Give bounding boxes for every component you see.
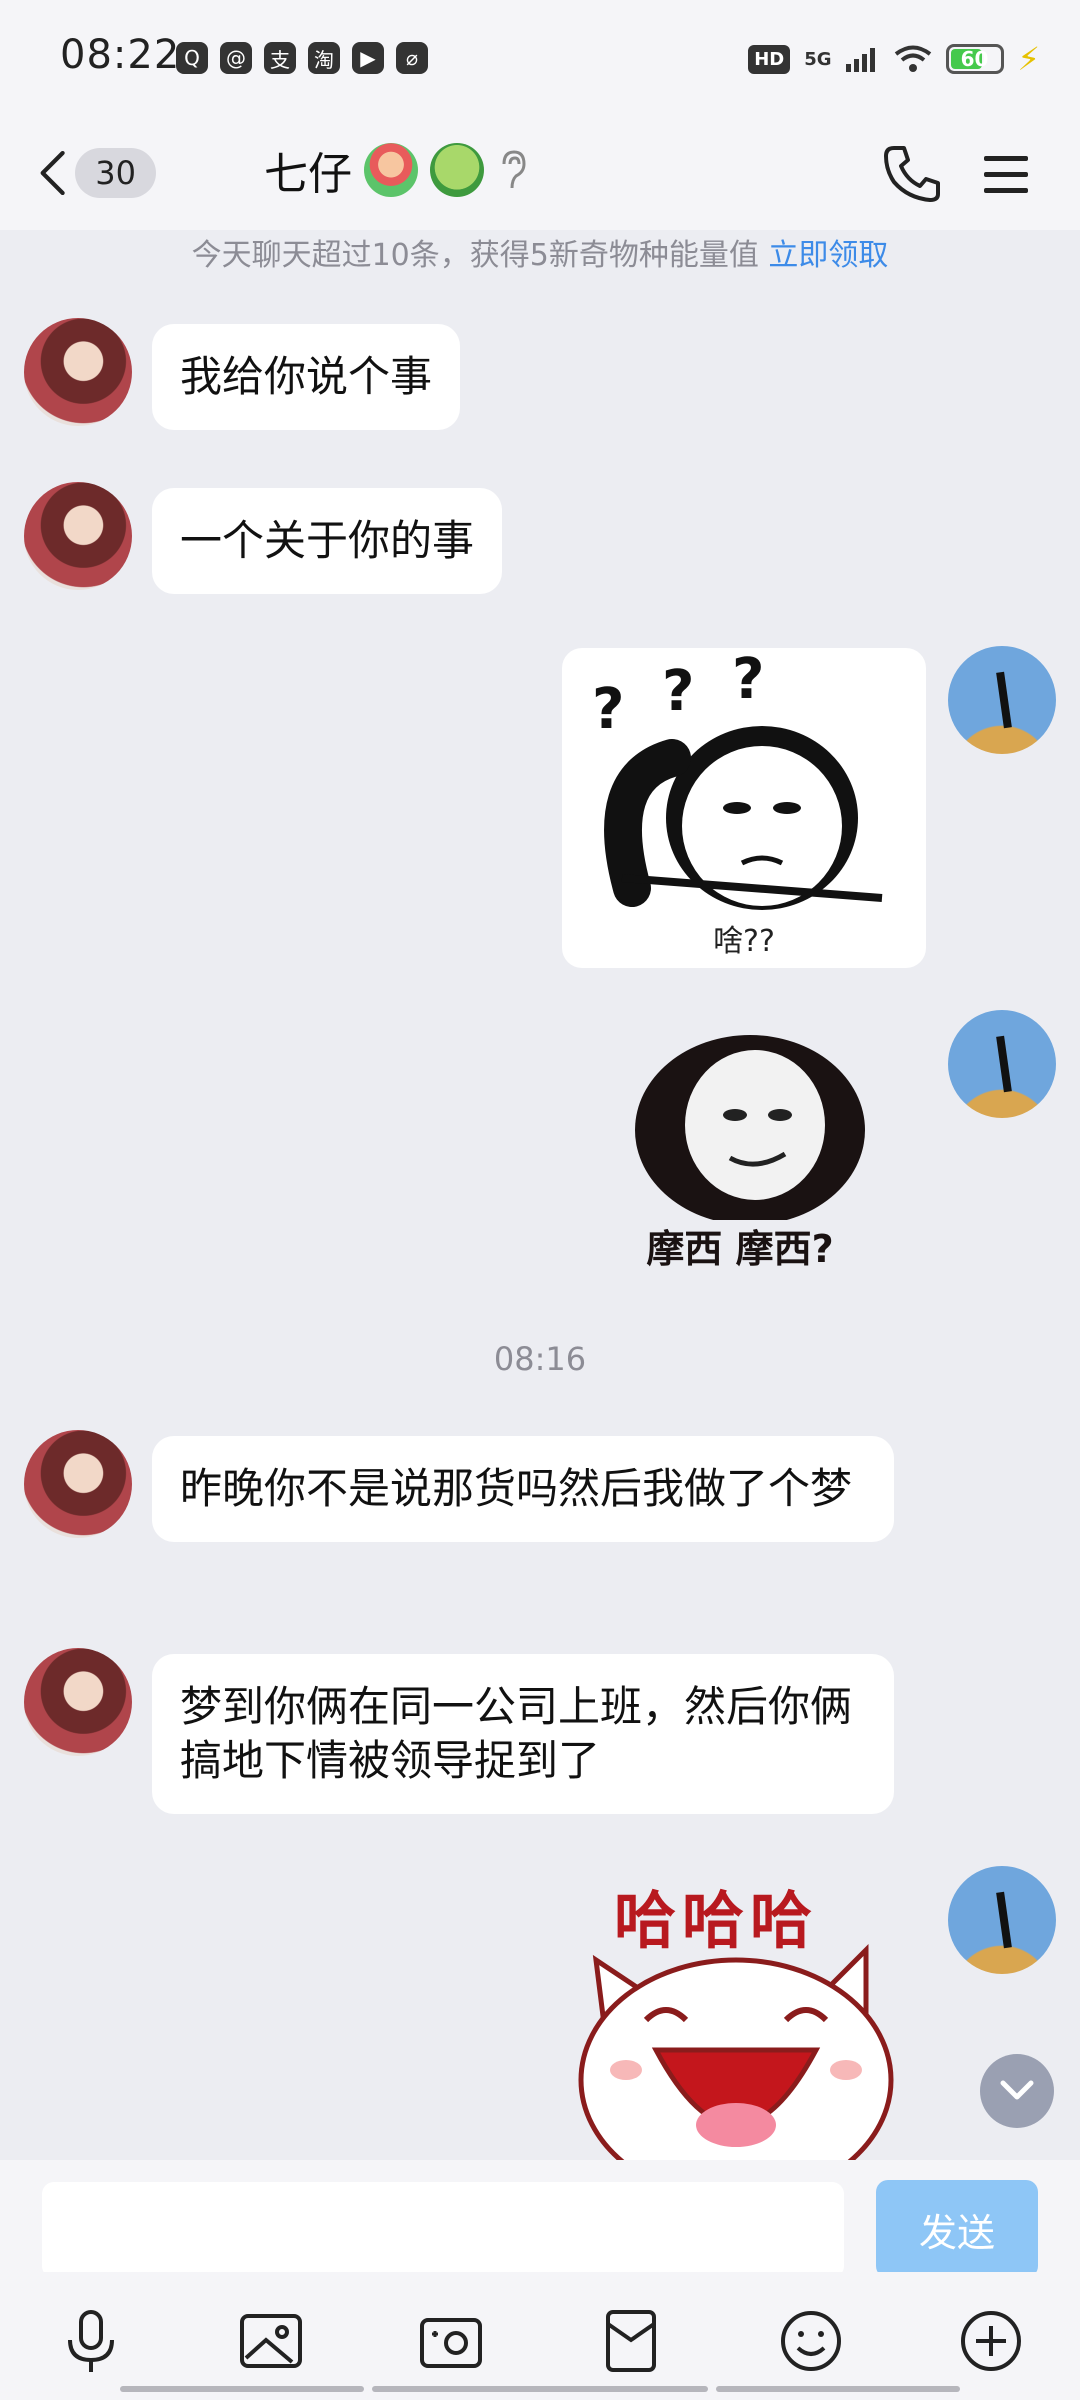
my-avatar[interactable]	[948, 1010, 1056, 1118]
system-indicators: HD 5G 60 ⚡	[748, 40, 1040, 78]
sticker-caption: 摩西 摩西?	[646, 1227, 834, 1271]
gallery-button[interactable]	[236, 2306, 306, 2376]
emoji-button[interactable]	[776, 2306, 846, 2376]
incoming-message-bubble[interactable]: 梦到你俩在同一公司上班，然后你俩搞地下情被领导捉到了	[152, 1654, 894, 1814]
my-avatar[interactable]	[948, 1866, 1056, 1974]
network-label: 5G	[804, 48, 832, 70]
incoming-message-bubble[interactable]: 我给你说个事	[152, 324, 461, 430]
back-button[interactable]: 30	[36, 138, 156, 208]
battery-icon: 60	[945, 44, 1004, 74]
red-packet-button[interactable]	[596, 2306, 666, 2376]
chat-header: 30 七仔	[0, 118, 1080, 230]
more-actions-button[interactable]	[956, 2306, 1026, 2376]
chevron-down-icon	[1000, 2080, 1034, 2100]
chevron-left-icon	[40, 150, 65, 196]
incoming-message-bubble[interactable]: 昨晚你不是说那货吗然后我做了个梦	[152, 1436, 894, 1542]
smiley-icon	[781, 2311, 841, 2371]
contact-title-group[interactable]: 七仔	[264, 138, 530, 202]
charging-icon: ⚡	[1017, 40, 1040, 78]
more-menu-button[interactable]	[980, 142, 1032, 206]
alipay-notification-icon: 支	[264, 42, 296, 74]
energy-notice-text: 今天聊天超过10条，获得5新奇物种能量值	[191, 238, 769, 273]
status-bar: 08:22 Q @ 支 淘 ▶ ⌀ HD 5G 60 ⚡	[0, 0, 1080, 118]
camera-button[interactable]	[416, 2306, 486, 2376]
contact-avatar[interactable]	[24, 1430, 132, 1538]
toolbar-indicator	[716, 2386, 960, 2392]
mail-notification-icon: @	[220, 42, 252, 74]
message-input[interactable]	[42, 2182, 844, 2278]
message-list[interactable]: 今天聊天超过10条，获得5新奇物种能量值 立即领取 我给你说个事 一个关于你的事…	[0, 230, 1080, 2160]
microphone-icon	[68, 2310, 114, 2372]
panda-question-sticker[interactable]: ? ? ? 啥??	[562, 648, 926, 968]
unread-count-badge: 30	[75, 148, 156, 198]
scroll-to-bottom-button[interactable]	[980, 2054, 1054, 2128]
camera-icon	[420, 2318, 482, 2368]
signal-icon	[845, 48, 875, 72]
compose-bar: 发送	[0, 2160, 1080, 2278]
hd-icon: HD	[748, 44, 791, 74]
toolbar-indicator	[120, 2386, 364, 2392]
sticker-caption: 哈哈哈	[613, 1884, 818, 1957]
red-packet-icon	[606, 2310, 656, 2372]
contact-name: 七仔	[264, 149, 352, 200]
plus-circle-icon	[961, 2311, 1021, 2371]
incoming-message-bubble[interactable]: 一个关于你的事	[152, 488, 503, 594]
phone-icon	[884, 146, 940, 202]
my-avatar[interactable]	[948, 646, 1056, 754]
notification-icons: Q @ 支 淘 ▶ ⌀	[176, 42, 428, 74]
toolbar-indicator	[372, 2386, 708, 2392]
contact-avatar[interactable]	[24, 482, 132, 590]
voice-call-button[interactable]	[880, 142, 944, 206]
wifi-icon	[894, 45, 931, 72]
send-button[interactable]: 发送	[876, 2180, 1038, 2278]
taobao-notification-icon: 淘	[308, 42, 340, 74]
video-notification-icon: ▶	[352, 42, 384, 74]
message-timestamp: 08:16	[493, 1340, 587, 1378]
svg-text:?: ?	[662, 659, 694, 724]
attachment-toolbar	[0, 2272, 1080, 2400]
panda-moshi-sticker[interactable]: 摩西 摩西?	[600, 1030, 880, 1271]
claim-now-link[interactable]: 立即领取	[768, 238, 888, 273]
ear-icon	[502, 150, 526, 189]
sticker-caption: 啥??	[713, 924, 775, 959]
plant-badge-icon	[430, 143, 484, 197]
contact-avatar[interactable]	[24, 318, 132, 426]
status-time: 08:22	[60, 32, 181, 78]
contact-avatar[interactable]	[24, 1648, 132, 1756]
svg-text:?: ?	[592, 677, 624, 742]
voice-button[interactable]	[56, 2306, 126, 2376]
svg-text:?: ?	[732, 648, 764, 712]
hamburger-menu-icon	[984, 156, 1028, 193]
qq-notification-icon: Q	[176, 42, 208, 74]
app-notification-icon: ⌀	[396, 42, 428, 74]
laughing-cat-sticker[interactable]: 哈哈哈	[566, 1870, 906, 2160]
image-icon	[240, 2314, 302, 2368]
battery-level: 60	[960, 47, 989, 71]
energy-notice: 今天聊天超过10条，获得5新奇物种能量值 立即领取	[0, 230, 1080, 274]
friendship-badge-icon	[364, 143, 418, 197]
panda-smirk-image	[635, 1035, 865, 1225]
